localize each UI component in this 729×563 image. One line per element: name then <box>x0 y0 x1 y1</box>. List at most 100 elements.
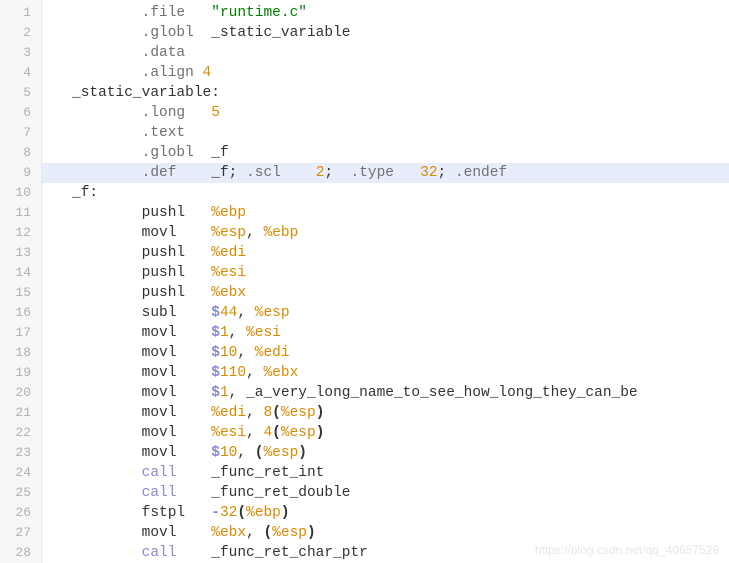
token-id: _static_variable <box>211 25 350 41</box>
token-id: , <box>237 345 254 361</box>
token-paren: ) <box>316 425 325 441</box>
token-inst: fstpl <box>142 505 186 521</box>
token-dir: .align <box>142 65 194 81</box>
code-area[interactable]: .file "runtime.c" .globl _static_variabl… <box>42 0 729 563</box>
code-line[interactable]: pushl %esi <box>42 263 729 283</box>
token-num: 4 <box>203 65 212 81</box>
code-line[interactable]: pushl %ebp <box>42 203 729 223</box>
token-immn: 110 <box>220 365 246 381</box>
line-number: 16 <box>0 303 41 323</box>
code-line[interactable]: _f: <box>42 183 729 203</box>
token-reg: %esi <box>211 265 246 281</box>
token-reg: %ebp <box>211 205 246 221</box>
token-call: call <box>142 465 177 481</box>
code-line[interactable]: .globl _f <box>42 143 729 163</box>
code-line[interactable]: .long 5 <box>42 103 729 123</box>
code-line[interactable]: call _func_ret_int <box>42 463 729 483</box>
token-str: "runtime.c" <box>211 5 307 21</box>
token-immn: 1 <box>220 325 229 341</box>
token-reg: %esp <box>255 305 290 321</box>
token-paren: ) <box>281 505 290 521</box>
token-paren: ( <box>237 505 246 521</box>
token-dir: .file <box>142 5 186 21</box>
token-dir: .scl <box>246 165 281 181</box>
code-line[interactable]: pushl %edi <box>42 243 729 263</box>
token-id: _f <box>211 165 228 181</box>
code-line[interactable]: .file "runtime.c" <box>42 3 729 23</box>
token-num: 5 <box>211 105 220 121</box>
code-line[interactable]: .data <box>42 43 729 63</box>
line-number: 24 <box>0 463 41 483</box>
code-line[interactable]: movl %esp, %ebp <box>42 223 729 243</box>
token-imm: $ <box>211 365 220 381</box>
code-line[interactable]: movl %esi, 4(%esp) <box>42 423 729 443</box>
token-inst: movl <box>142 345 177 361</box>
token-reg: %ebx <box>211 525 246 541</box>
token-reg: %esp <box>272 525 307 541</box>
line-number: 2 <box>0 23 41 43</box>
line-number: 7 <box>0 123 41 143</box>
token-inst: pushl <box>142 245 186 261</box>
line-number: 14 <box>0 263 41 283</box>
token-dir: .long <box>142 105 186 121</box>
code-line[interactable]: movl $1, %esi <box>42 323 729 343</box>
token-immn: 32 <box>220 505 237 521</box>
token-imm: $ <box>211 445 220 461</box>
line-number: 20 <box>0 383 41 403</box>
token-reg: %esp <box>281 425 316 441</box>
token-call: call <box>142 485 177 501</box>
token-reg: %ebp <box>263 225 298 241</box>
code-line[interactable]: .def _f; .scl 2; .type 32; .endef <box>42 163 729 183</box>
token-immn: 1 <box>220 385 229 401</box>
line-number: 5 <box>0 83 41 103</box>
code-line[interactable]: movl $1, _a_very_long_name_to_see_how_lo… <box>42 383 729 403</box>
line-number: 11 <box>0 203 41 223</box>
token-paren: ( <box>263 525 272 541</box>
token-id: ; <box>324 165 350 181</box>
code-line[interactable]: pushl %ebx <box>42 283 729 303</box>
code-line[interactable]: movl $10, %edi <box>42 343 729 363</box>
code-line[interactable]: movl %edi, 8(%esp) <box>42 403 729 423</box>
token-dir: .type <box>351 165 395 181</box>
token-id: , <box>246 525 263 541</box>
line-number: 25 <box>0 483 41 503</box>
line-number: 15 <box>0 283 41 303</box>
code-line[interactable]: movl $10, (%esp) <box>42 443 729 463</box>
line-number: 17 <box>0 323 41 343</box>
code-line[interactable]: .globl _static_variable <box>42 23 729 43</box>
code-line[interactable]: .align 4 <box>42 63 729 83</box>
code-line[interactable]: subl $44, %esp <box>42 303 729 323</box>
token-id: , <box>237 305 254 321</box>
token-id: , <box>237 445 254 461</box>
line-number: 3 <box>0 43 41 63</box>
token-num: 8 <box>263 405 272 421</box>
token-label: _static_variable: <box>72 85 220 101</box>
token-id: _func_ret_int <box>211 465 324 481</box>
token-id: _func_ret_double <box>211 485 350 501</box>
token-id: _f <box>211 145 228 161</box>
token-paren: ) <box>298 445 307 461</box>
token-id: , _a_very_long_name_to_see_how_long_they… <box>229 385 638 401</box>
token-inst: movl <box>142 325 177 341</box>
token-dir: .def <box>142 165 177 181</box>
token-reg: %edi <box>211 405 246 421</box>
token-inst: pushl <box>142 285 186 301</box>
code-line[interactable]: movl %ebx, (%esp) <box>42 523 729 543</box>
token-paren: ( <box>272 425 281 441</box>
token-reg: %esp <box>281 405 316 421</box>
code-line[interactable]: _static_variable: <box>42 83 729 103</box>
line-number: 1 <box>0 3 41 23</box>
token-id: , <box>229 325 246 341</box>
token-reg: %esp <box>211 225 246 241</box>
line-number: 6 <box>0 103 41 123</box>
token-dir: .globl <box>142 145 194 161</box>
code-line[interactable]: call _func_ret_double <box>42 483 729 503</box>
token-id: , <box>246 365 263 381</box>
code-line[interactable]: fstpl -32(%ebp) <box>42 503 729 523</box>
token-reg: %ebp <box>246 505 281 521</box>
token-imm: $ <box>211 325 220 341</box>
code-editor: 1234567891011121314151617181920212223242… <box>0 0 729 563</box>
code-line[interactable]: .text <box>42 123 729 143</box>
token-inst: movl <box>142 405 177 421</box>
code-line[interactable]: movl $110, %ebx <box>42 363 729 383</box>
